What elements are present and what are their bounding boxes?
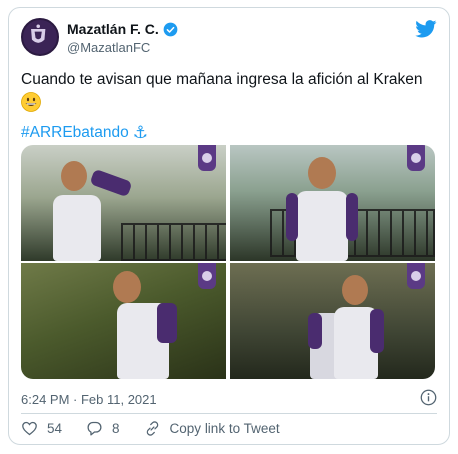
player-arm <box>89 168 133 198</box>
like-button[interactable]: 54 <box>21 420 62 437</box>
account-handle[interactable]: @MazatlanFC <box>67 40 178 55</box>
player-head <box>61 161 87 191</box>
player-arm <box>308 313 322 349</box>
copy-link-label: Copy link to Tweet <box>169 421 280 436</box>
verified-badge-icon <box>163 22 178 36</box>
divider <box>21 413 437 414</box>
info-icon[interactable] <box>420 389 437 406</box>
player-photo-3[interactable] <box>21 263 226 379</box>
copy-link-button[interactable]: Copy link to Tweet <box>144 420 280 437</box>
twitter-logo-icon[interactable] <box>415 20 437 38</box>
avatar[interactable] <box>21 18 59 56</box>
club-badge-icon <box>407 145 425 171</box>
player-shirt <box>296 191 348 261</box>
display-name[interactable]: Mazatlán F. C. <box>67 21 159 37</box>
player-shirt <box>53 195 101 261</box>
player-arm <box>370 309 384 353</box>
tweet-actions: 54 8 Copy link to Tweet <box>21 420 304 437</box>
player-head <box>342 275 368 305</box>
anchor-emoji-icon: ⚓ <box>132 123 148 142</box>
reply-icon <box>87 421 102 436</box>
link-icon <box>146 421 158 436</box>
reply-button[interactable]: 8 <box>86 420 120 437</box>
player-arm <box>346 193 358 241</box>
tweet-timestamp[interactable]: 6:24 PM · Feb 11, 2021 <box>21 392 157 407</box>
player-arm <box>286 193 298 241</box>
hashtag-link[interactable]: #ARREbatando <box>21 124 129 142</box>
reply-count: 8 <box>112 421 120 436</box>
player-head <box>113 271 141 303</box>
hashtag-line: #ARREbatando ⚓ <box>21 123 148 143</box>
player-arm <box>157 303 177 343</box>
tweet-header: Mazatlán F. C. @MazatlanFC <box>21 18 437 62</box>
like-count: 54 <box>47 421 63 436</box>
club-badge-icon <box>198 145 216 171</box>
player-photo-4[interactable] <box>230 263 435 379</box>
club-badge-icon <box>407 263 425 289</box>
tweet-body: Cuando te avisan que mañana ingresa la a… <box>21 71 423 88</box>
media-grid <box>21 145 435 379</box>
heart-icon <box>22 421 37 436</box>
fence <box>121 223 226 261</box>
player-head <box>308 157 336 189</box>
grinning-face-emoji-icon <box>21 92 41 112</box>
player-photo-1[interactable] <box>21 145 226 261</box>
tweet-card[interactable]: Mazatlán F. C. @MazatlanFC Cuando te avi… <box>8 7 450 445</box>
club-crest-icon <box>23 20 53 50</box>
player-photo-2[interactable] <box>230 145 435 261</box>
club-badge-icon <box>198 263 216 289</box>
tweet-text: Cuando te avisan que mañana ingresa la a… <box>21 70 437 118</box>
